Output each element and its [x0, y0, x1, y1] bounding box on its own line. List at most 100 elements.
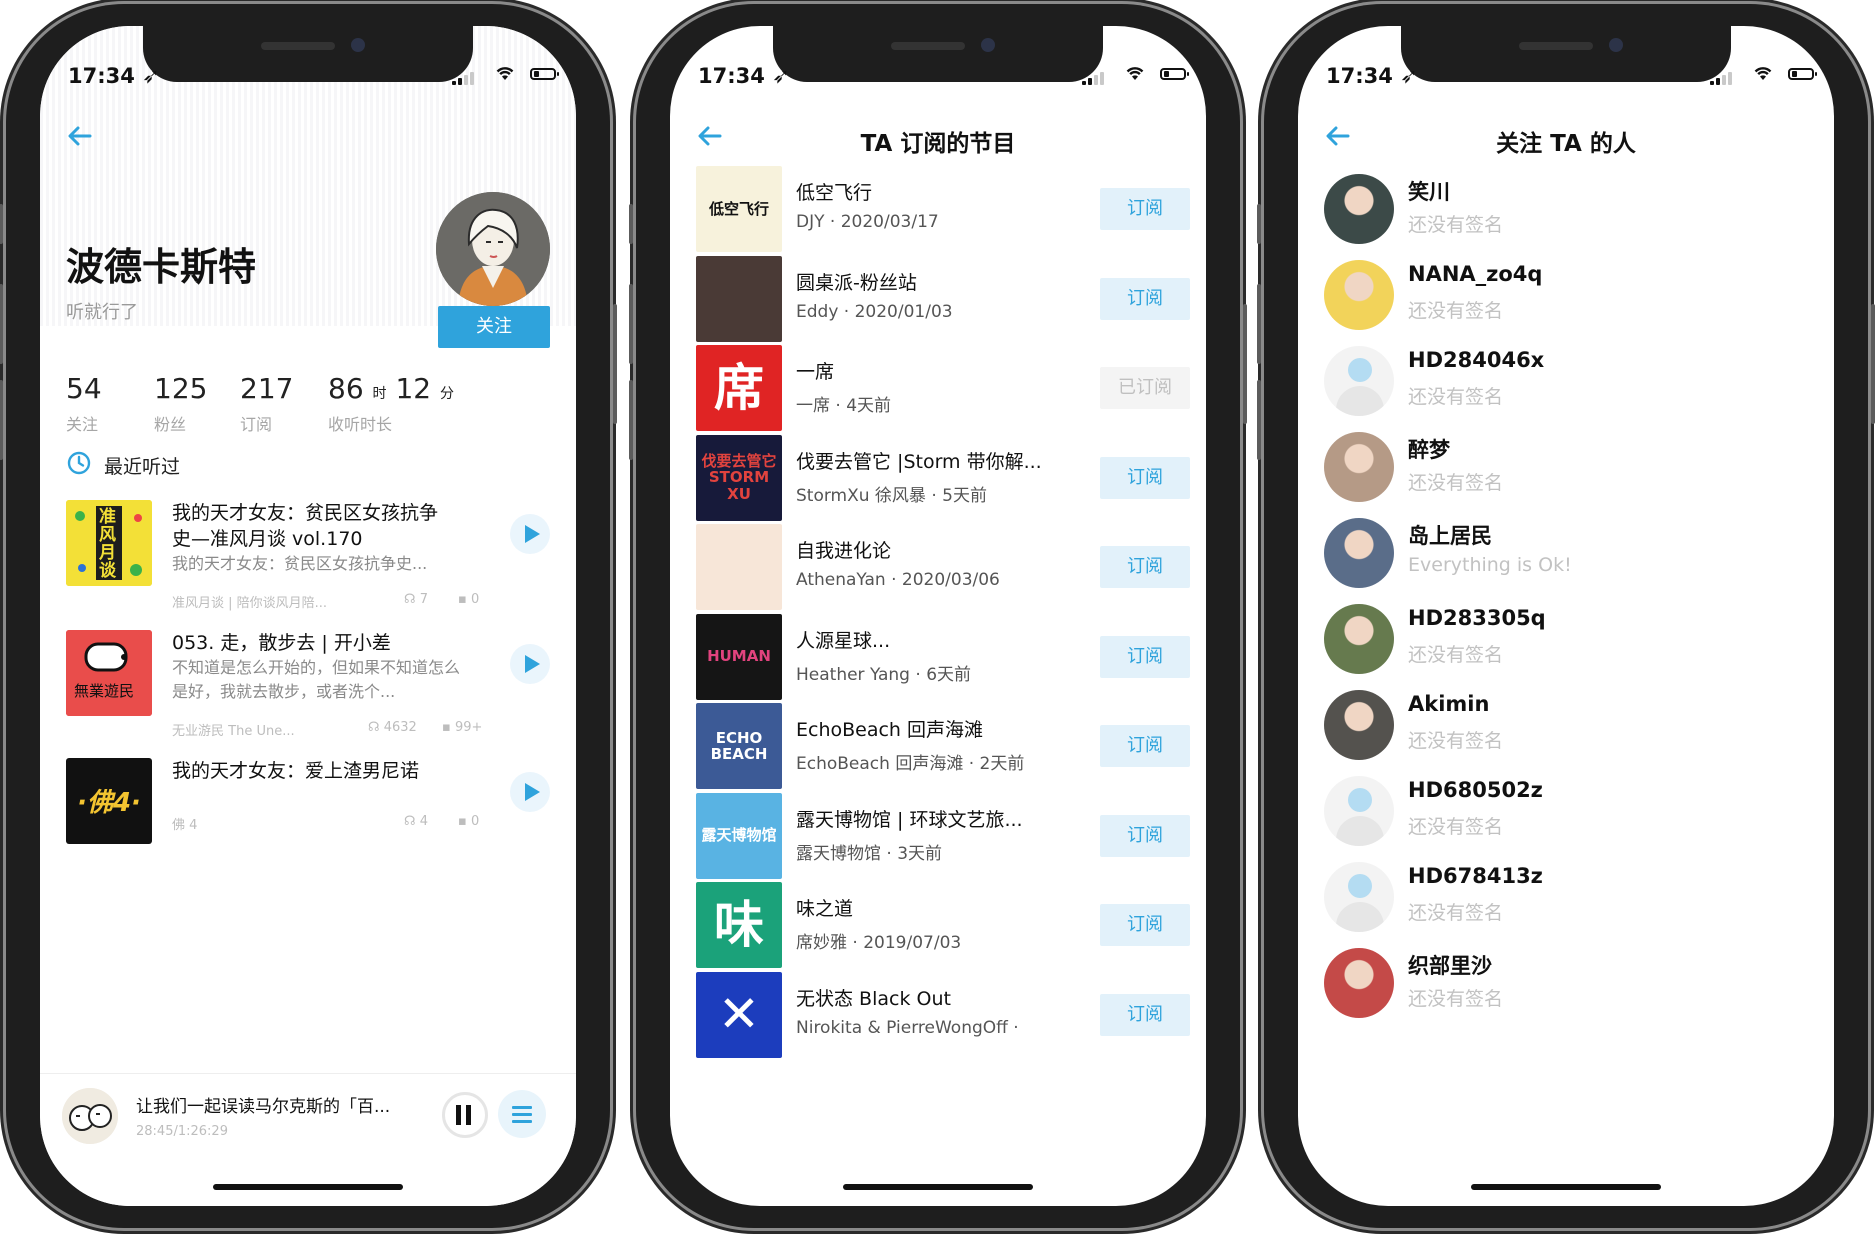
- avatar[interactable]: [1324, 432, 1394, 502]
- stat-label: 订阅: [240, 415, 273, 434]
- follower-row[interactable]: 织部里沙 还没有签名: [1324, 942, 1818, 1028]
- stat-following[interactable]: 54 关注: [66, 372, 102, 435]
- subscribe-button[interactable]: 订阅: [1100, 725, 1190, 767]
- subscribe-button[interactable]: 订阅: [1100, 188, 1190, 230]
- follower-row[interactable]: 笑川 还没有签名: [1324, 168, 1818, 254]
- avatar-illustration: [436, 192, 550, 306]
- podcast-name: 自我进化论: [796, 540, 892, 562]
- podcast-name: 伐要去管它 |Storm 带你解...: [796, 450, 1042, 473]
- subscribe-button[interactable]: 订阅: [1100, 635, 1190, 678]
- podcast-author: 露天博物馆: [796, 843, 881, 864]
- wifi-icon: [1126, 67, 1144, 80]
- podcast-meta: DJY · 2020/03/17: [796, 212, 939, 232]
- podcast-date: 2020/03/06: [901, 570, 1000, 590]
- phone-profile: 17:34 ➶ 波德卡斯特 听就行了 关注 54 关注 125 粉丝 217 订…: [0, 4, 617, 1228]
- avatar[interactable]: [1324, 518, 1394, 588]
- follower-row[interactable]: HD680502z 还没有签名: [1324, 770, 1818, 856]
- podcast-cover: [696, 524, 782, 610]
- back-arrow-icon[interactable]: [66, 122, 94, 150]
- episode-plays: 4: [419, 814, 428, 829]
- stat-value: 125: [154, 372, 208, 405]
- subscription-row[interactable]: 席一席 一席 · 4天前 已订阅: [696, 345, 1190, 435]
- avatar[interactable]: [1324, 260, 1394, 330]
- status-time: 17:34 ➶: [698, 64, 790, 88]
- podcast-date: 2天前: [979, 754, 1025, 774]
- comment-icon: ▪: [442, 720, 451, 735]
- stat-listen-time: 86 时 12 分 收听时长: [328, 372, 454, 435]
- subscription-row[interactable]: 低空飞行 低空飞行 DJY · 2020/03/17 订阅: [696, 166, 1190, 256]
- follower-name: HD283305q: [1408, 606, 1546, 630]
- play-icon[interactable]: [510, 772, 550, 812]
- podcast-cover-text: 味: [714, 895, 764, 954]
- podcast-author: DJY: [796, 212, 825, 232]
- subscribe-button[interactable]: 订阅: [1100, 277, 1190, 320]
- podcast-cover: [696, 255, 782, 342]
- follower-row[interactable]: HD678413z 还没有签名: [1324, 856, 1818, 942]
- episode-cover-text: 准风月谈: [99, 507, 116, 581]
- follower-name: 醉梦: [1408, 438, 1450, 462]
- follower-row[interactable]: HD283305q 还没有签名: [1324, 598, 1818, 684]
- podcast-meta: 一席 · 4天前: [796, 396, 892, 416]
- podcast-cover: 露天博物馆: [696, 792, 782, 879]
- subscription-row[interactable]: 圆桌派-粉丝站 Eddy · 2020/01/03 订阅: [696, 255, 1190, 346]
- home-indicator[interactable]: [843, 1184, 1033, 1190]
- subscribe-button[interactable]: 订阅: [1100, 456, 1190, 499]
- wifi-icon: [496, 67, 514, 80]
- avatar[interactable]: [1324, 776, 1394, 846]
- podcast-meta: Heather Yang · 6天前: [796, 664, 972, 685]
- follower-row[interactable]: HD284046x 还没有签名: [1324, 340, 1818, 426]
- episode-title: 我的天才女友：爱上渣男尼诺: [172, 760, 420, 782]
- follower-signature: 还没有签名: [1408, 300, 1504, 322]
- list-item[interactable]: ·佛4· 我的天才女友：爱上渣男尼诺 佛 4 ☊ 4 ▪ 0: [66, 758, 550, 854]
- follower-name: 织部里沙: [1408, 954, 1492, 978]
- subscription-row[interactable]: ECHO BEACH EchoBeach 回声海滩 EchoBeach 回声海滩 ·…: [696, 703, 1190, 793]
- avatar[interactable]: [1324, 948, 1394, 1018]
- subscription-row[interactable]: 露天博物馆 露天博物馆 | 环球文艺旅... 露天博物馆 · 3天前 订阅: [696, 792, 1190, 883]
- list-item[interactable]: 准风月谈 我的天才女友：贫民区女孩抗争史—准风月谈 vol.170 我的天才女友…: [66, 500, 550, 620]
- recent-title: 最近听过: [104, 456, 181, 478]
- avatar[interactable]: [1324, 174, 1394, 244]
- subscription-row[interactable]: ✕ 无状态 Black Out Nirokita & PierreWongOff ·…: [696, 971, 1190, 1062]
- avatar[interactable]: [1324, 346, 1394, 416]
- follower-signature: 还没有签名: [1408, 988, 1504, 1010]
- follower-signature: 还没有签名: [1408, 386, 1504, 408]
- comment-icon: ▪: [458, 814, 467, 829]
- avatar[interactable]: [1324, 862, 1394, 932]
- home-indicator[interactable]: [213, 1184, 403, 1190]
- stat-subscriptions[interactable]: 217 订阅: [240, 372, 293, 435]
- subscribe-button[interactable]: 订阅: [1100, 993, 1190, 1036]
- follower-row[interactable]: Akimin 还没有签名: [1324, 684, 1818, 770]
- subscription-row[interactable]: 伐要去管它 STORM XU 伐要去管它 |Storm 带你解... StormXu…: [696, 434, 1190, 525]
- status-bar: 17:34 ➶: [670, 26, 1206, 96]
- subscription-row[interactable]: 味 味之道 席妙雅 · 2019/07/03 订阅: [696, 882, 1190, 972]
- phone-subscriptions: 17:34 ➶ TA 订阅的节目 低空飞行 低空飞行 DJY · 2020/03/1…: [629, 4, 1247, 1228]
- avatar[interactable]: [1324, 690, 1394, 760]
- follower-name: 岛上居民: [1408, 524, 1492, 548]
- follower-row[interactable]: 醉梦 还没有签名: [1324, 426, 1818, 512]
- stat-value: 54: [66, 372, 102, 405]
- subscribe-button[interactable]: 已订阅: [1100, 367, 1190, 409]
- pause-icon[interactable]: [442, 1092, 488, 1138]
- follower-name: HD284046x: [1408, 348, 1545, 372]
- follower-row[interactable]: 岛上居民 Everything is Ok!: [1324, 512, 1818, 598]
- subscribe-button[interactable]: 订阅: [1100, 904, 1190, 946]
- home-indicator[interactable]: [1471, 1184, 1661, 1190]
- avatar[interactable]: [436, 192, 550, 306]
- play-icon[interactable]: [510, 644, 550, 684]
- battery-icon: [530, 68, 559, 80]
- podcast-cover: 味: [696, 882, 782, 968]
- podcast-author: AthenaYan: [796, 570, 886, 590]
- follower-row[interactable]: NANA_zo4q 还没有签名: [1324, 254, 1818, 340]
- avatar[interactable]: [1324, 604, 1394, 674]
- subscription-row[interactable]: 自我进化论 AthenaYan · 2020/03/06 订阅: [696, 524, 1190, 614]
- podcast-name: 味之道: [796, 898, 854, 920]
- follow-button[interactable]: 关注: [438, 306, 550, 348]
- stat-followers[interactable]: 125 粉丝: [154, 372, 207, 435]
- subscribe-button[interactable]: 订阅: [1100, 814, 1190, 857]
- list-item[interactable]: 無業遊民 053. 走，散步去 | 开小差 不知道是怎么开始的，但如果不知道怎么…: [66, 630, 550, 750]
- subscribe-button[interactable]: 订阅: [1100, 546, 1190, 588]
- play-icon[interactable]: [510, 514, 550, 554]
- subscription-row[interactable]: HUMAN 人源星球... Heather Yang · 6天前 订阅: [696, 613, 1190, 704]
- headphones-icon: ☊: [404, 592, 416, 607]
- playlist-icon[interactable]: [498, 1090, 546, 1138]
